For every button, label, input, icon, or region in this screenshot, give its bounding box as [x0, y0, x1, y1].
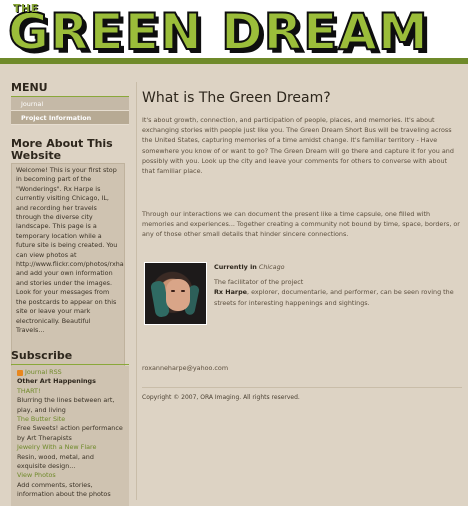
intro-paragraph: It's about growth, connection, and parti… — [142, 116, 454, 176]
about-heading: More About This Website — [11, 137, 113, 162]
profile-text: Currently in Chicago The facilitator of … — [214, 262, 462, 308]
page-title: What is The Green Dream? — [142, 90, 331, 106]
link-butter-site-desc: Free Sweets! action performance by Art T… — [17, 424, 123, 442]
menu-item-project-information[interactable]: Project Information — [11, 111, 129, 125]
journal-rss-link[interactable]: Journal RSS — [17, 368, 123, 377]
contact-email[interactable]: roxanneharpe@yahoo.com — [142, 364, 228, 372]
link-thart[interactable]: THART! — [17, 387, 123, 396]
current-location: Chicago — [258, 263, 285, 271]
journal-rss-label: Journal RSS — [25, 368, 62, 376]
other-art-heading: Other Art Happenings — [17, 377, 96, 386]
column-divider — [136, 82, 137, 500]
currently-label: Currently in — [214, 263, 257, 271]
sidebar: MENU Journal Project Information More Ab… — [5, 81, 129, 506]
main-content: What is The Green Dream? It's about grow… — [142, 82, 462, 401]
link-view-photos[interactable]: View Photos — [17, 471, 123, 480]
profile-bio: , explorer, documentarie, and performer,… — [214, 288, 454, 307]
facilitator-line: The facilitator of the project — [214, 278, 304, 287]
rss-icon — [17, 369, 23, 376]
subscribe-box: Journal RSS Other Art Happenings THART! … — [11, 366, 129, 506]
link-jewelry[interactable]: Jewelry With a New Flare — [17, 443, 123, 452]
subscribe-divider — [11, 364, 129, 365]
menu-heading: MENU — [11, 81, 48, 94]
about-text: Welcome! This is your first stop in beco… — [16, 166, 124, 334]
second-paragraph: Through our interactions we can document… — [142, 210, 460, 239]
footer-divider — [142, 387, 462, 388]
link-butter-site[interactable]: The Butter Site — [17, 415, 123, 424]
copyright-text: Copyright © 2007, ORA Imaging. All right… — [142, 394, 300, 401]
menu-item-journal[interactable]: Journal — [11, 97, 129, 111]
profile-name: Rx Harpe — [214, 288, 247, 297]
link-jewelry-desc: Resin, wood, metal, and exquisite design… — [17, 452, 94, 471]
site-logo[interactable]: GREEN DREAM — [7, 5, 429, 59]
link-view-photos-desc: Add comments, stories, information about… — [17, 480, 111, 499]
profile-section: Currently in Chicago The facilitator of … — [142, 262, 462, 342]
subscribe-heading: Subscribe — [11, 349, 73, 362]
site-banner: GREEN DREAM THE — [0, 0, 468, 62]
banner-divider — [0, 58, 468, 64]
logo-small-text: THE — [13, 2, 39, 15]
profile-photo — [144, 262, 207, 325]
link-thart-desc: Blurring the lines between art, play, an… — [17, 396, 115, 414]
